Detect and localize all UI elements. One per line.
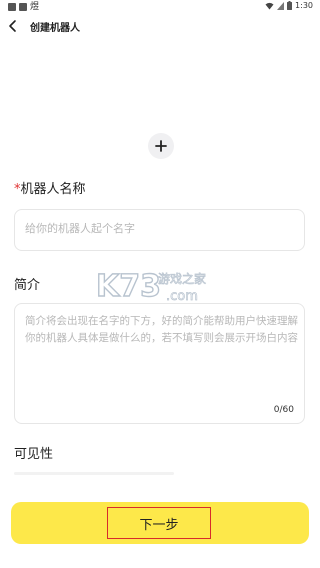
- name-label: *机器人名称: [14, 178, 86, 197]
- chevron-left-icon: [9, 20, 16, 32]
- header: 创建机器人: [0, 14, 319, 38]
- next-step-button[interactable]: 下一步: [11, 502, 309, 544]
- back-button[interactable]: [6, 18, 20, 34]
- plus-icon: [155, 140, 167, 152]
- intro-char-counter: 0/60: [273, 405, 294, 415]
- intro-field[interactable]: 简介将会出现在名字的下方，好的简介能帮助用户快速理解你的机器人具体是做什么的，若…: [14, 303, 305, 424]
- watermark-logo: K73 游戏之家 .com: [95, 266, 226, 306]
- app-notification-icon: 煜: [30, 2, 40, 12]
- notification-icon-2: [19, 3, 27, 11]
- intro-placeholder: 简介将会出现在名字的下方，好的简介能帮助用户快速理解你的机器人具体是做什么的，若…: [25, 315, 298, 344]
- status-bar-right: 1:30: [265, 1, 313, 10]
- signal-icon: [277, 1, 285, 10]
- clock: 1:30: [295, 1, 313, 10]
- name-field[interactable]: [14, 209, 305, 251]
- intro-label: 简介: [14, 278, 41, 293]
- wifi-icon: [265, 2, 274, 9]
- name-input[interactable]: [25, 222, 295, 235]
- name-label-text: 机器人名称: [20, 182, 86, 197]
- visibility-selector[interactable]: [14, 472, 174, 475]
- status-bar-left: 煜: [8, 2, 39, 12]
- watermark-site-cn: 游戏之家: [158, 271, 206, 286]
- add-avatar-button[interactable]: [148, 133, 174, 159]
- visibility-label: 可见性: [14, 447, 54, 462]
- status-bar: 煜 1:30: [0, 0, 319, 14]
- next-step-label: 下一步: [139, 517, 179, 533]
- next-step-highlight: 下一步: [107, 507, 211, 539]
- watermark-site-en: .com: [166, 289, 198, 304]
- battery-icon: [287, 1, 293, 10]
- watermark-k73: K73: [96, 269, 161, 304]
- notification-icon: [8, 3, 16, 11]
- page-title: 创建机器人: [30, 23, 80, 34]
